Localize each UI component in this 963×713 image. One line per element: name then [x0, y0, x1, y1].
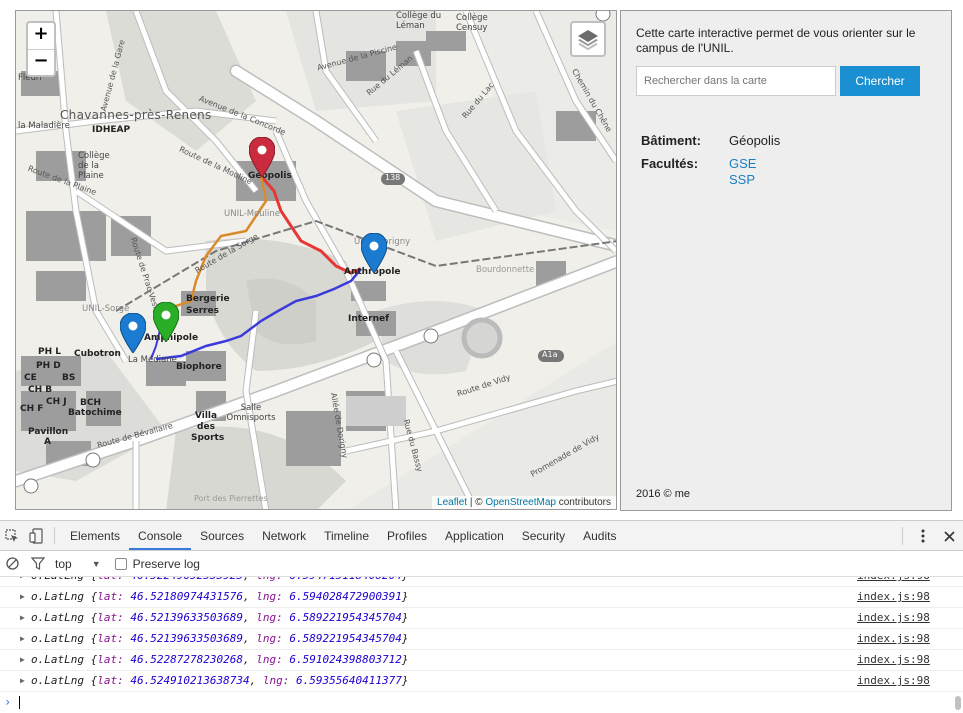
expand-triangle-icon[interactable]: ▶ — [20, 587, 25, 607]
faculties-label: Facultés: — [641, 156, 699, 171]
preserve-log-checkbox[interactable] — [114, 557, 127, 570]
search-input[interactable] — [636, 66, 836, 96]
marker-blue-start[interactable] — [120, 313, 146, 353]
zoom-in-button[interactable]: + — [28, 23, 54, 49]
console-scrollbar[interactable] — [955, 696, 961, 710]
tab-sources[interactable]: Sources — [191, 521, 253, 550]
log-source-link[interactable]: index.js:98 — [857, 587, 930, 607]
attribution-sep: | © — [467, 497, 486, 508]
console-log-row[interactable]: ▶ o.LatLng {lat: 46.52287278230268, lng: … — [0, 650, 963, 671]
attribution-contributors: contributors — [555, 497, 611, 508]
log-message: o.LatLng {lat: 46.52249652533923, lng: 6… — [31, 577, 409, 586]
console-log-row[interactable]: ▶ o.LatLng {lat: 46.52249652533923, lng: … — [0, 577, 963, 587]
building-label: Bâtiment: — [641, 133, 701, 148]
tab-separator — [54, 527, 55, 544]
log-source-link[interactable]: index.js:98 — [857, 650, 930, 670]
devtools-tabbar: Elements Console Sources Network Timelin… — [0, 521, 963, 551]
expand-triangle-icon[interactable]: ▶ — [20, 629, 25, 649]
right-separator — [902, 527, 903, 545]
osm-link[interactable]: OpenStreetMap — [485, 497, 556, 508]
map-view[interactable]: Chavannes-près-Renens la Maladière IDHEA… — [15, 10, 617, 510]
text-cursor — [19, 696, 20, 709]
tab-audits[interactable]: Audits — [574, 521, 625, 550]
marker-amphipole[interactable] — [153, 302, 179, 342]
console-log-row[interactable]: ▶ o.LatLng {lat: 46.52180974431576, lng: … — [0, 587, 963, 608]
faculty-link-gse[interactable]: GSE — [729, 156, 756, 172]
search-button[interactable]: Chercher — [840, 66, 920, 96]
building-value: Géopolis — [729, 133, 781, 148]
layers-button[interactable] — [570, 21, 606, 57]
prompt-chevron-icon: › — [4, 695, 12, 709]
log-message: o.LatLng {lat: 46.524910213638734, lng: … — [31, 674, 409, 687]
map-attribution: Leaflet | © OpenStreetMap contributors — [432, 496, 616, 509]
context-selector[interactable]: top — [55, 557, 72, 571]
map-tiles — [16, 11, 616, 509]
close-icon[interactable] — [935, 530, 963, 542]
console-prompt[interactable]: › — [0, 692, 963, 712]
device-toggle-icon[interactable] — [24, 521, 48, 550]
info-panel: Cette carte interactive permet de vous o… — [620, 10, 952, 511]
leaflet-link[interactable]: Leaflet — [437, 497, 467, 508]
expand-triangle-icon[interactable]: ▶ — [20, 608, 25, 628]
panel-intro: Cette carte interactive permet de vous o… — [636, 26, 916, 55]
context-dropdown-icon[interactable]: ▼ — [92, 559, 101, 569]
marker-anthropole[interactable] — [361, 233, 387, 273]
log-source-link[interactable]: index.js:98 — [857, 608, 930, 628]
filter-icon[interactable] — [31, 557, 45, 570]
devtools: Elements Console Sources Network Timelin… — [0, 520, 963, 713]
tab-elements[interactable]: Elements — [61, 521, 129, 550]
console-output[interactable]: ▶ o.LatLng {lat: 46.52249652533923, lng: … — [0, 577, 963, 712]
more-icon[interactable] — [911, 529, 935, 543]
building-info: Bâtiment: Géopolis Facultés: GSE SSP — [641, 133, 780, 196]
log-message: o.LatLng {lat: 46.52180974431576, lng: 6… — [31, 590, 409, 603]
tab-timeline[interactable]: Timeline — [315, 521, 378, 550]
expand-triangle-icon[interactable]: ▶ — [20, 650, 25, 670]
tab-profiles[interactable]: Profiles — [378, 521, 436, 550]
log-message: o.LatLng {lat: 46.52139633503689, lng: 6… — [31, 611, 409, 624]
faculties-list: GSE SSP — [729, 156, 756, 188]
log-source-link[interactable]: index.js:98 — [857, 577, 930, 586]
zoom-control: + − — [26, 21, 56, 77]
marker-geopolis[interactable] — [249, 137, 275, 177]
log-list: ▶ o.LatLng {lat: 46.52249652533923, lng: … — [0, 577, 963, 692]
console-log-row[interactable]: ▶ o.LatLng {lat: 46.524910213638734, lng:… — [0, 671, 963, 692]
log-message: o.LatLng {lat: 46.52287278230268, lng: 6… — [31, 653, 409, 666]
inspect-icon[interactable] — [0, 521, 24, 550]
clear-console-icon[interactable] — [6, 557, 19, 570]
tab-console[interactable]: Console — [129, 521, 192, 550]
log-message: o.LatLng {lat: 46.52139633503689, lng: 6… — [31, 632, 409, 645]
expand-triangle-icon[interactable]: ▶ — [20, 577, 25, 586]
tab-application[interactable]: Application — [436, 521, 513, 550]
tab-network[interactable]: Network — [253, 521, 315, 550]
panel-footer: 2016 © me — [636, 488, 690, 500]
zoom-out-button[interactable]: − — [28, 49, 54, 75]
console-log-row[interactable]: ▶ o.LatLng {lat: 46.52139633503689, lng: … — [0, 629, 963, 650]
faculty-link-ssp[interactable]: SSP — [729, 172, 756, 188]
console-log-row[interactable]: ▶ o.LatLng {lat: 46.52139633503689, lng: … — [0, 608, 963, 629]
log-source-link[interactable]: index.js:98 — [857, 671, 930, 691]
log-source-link[interactable]: index.js:98 — [857, 629, 930, 649]
console-toolbar: top ▼ Preserve log — [0, 551, 963, 577]
preserve-log-label: Preserve log — [132, 556, 200, 571]
layers-icon — [578, 30, 598, 51]
expand-triangle-icon[interactable]: ▶ — [20, 671, 25, 691]
tab-security[interactable]: Security — [513, 521, 574, 550]
